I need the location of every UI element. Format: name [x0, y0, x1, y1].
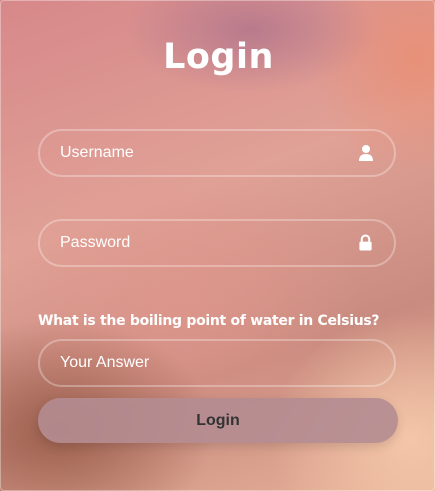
answer-input[interactable] [40, 341, 394, 385]
security-question-label: What is the boiling point of water in Ce… [38, 313, 380, 329]
username-field-wrapper [38, 129, 396, 177]
password-input[interactable] [40, 221, 394, 265]
login-title: Login [163, 37, 274, 77]
login-card: Login What is the boiling point of water… [0, 0, 435, 491]
password-field-wrapper [38, 219, 396, 267]
username-input[interactable] [40, 131, 394, 175]
login-button[interactable]: Login [38, 398, 398, 443]
answer-field-wrapper [38, 339, 396, 387]
user-icon [358, 144, 374, 162]
lock-icon [358, 234, 374, 252]
